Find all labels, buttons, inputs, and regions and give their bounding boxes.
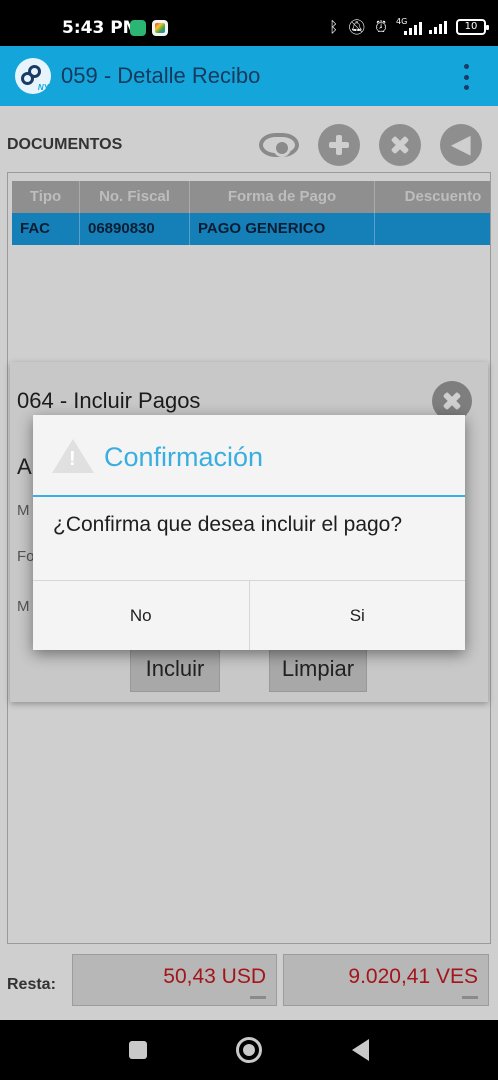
column-header[interactable]: Forma de Pago <box>190 181 375 213</box>
mobile-signal-icon: 4G <box>396 17 422 35</box>
table-header: Tipo No. Fiscal Forma de Pago Descuento <box>12 181 490 213</box>
back-button[interactable]: ◀ <box>440 124 482 166</box>
dialog-buttons: No Si <box>33 580 465 650</box>
back-icon[interactable] <box>352 1039 369 1061</box>
dialog-title: Confirmación <box>104 442 264 472</box>
field-label-fragment: M <box>17 502 30 519</box>
field-label-fragment: M <box>17 598 30 615</box>
balance-ves-value: 9.020,41 VES <box>348 965 478 988</box>
close-icon <box>438 387 466 415</box>
balance-usd-value: 50,43 USD <box>163 965 266 988</box>
field-label-fragment: A <box>17 454 32 479</box>
cell-forma-pago: PAGO GENERICO <box>190 213 375 245</box>
warning-icon <box>52 439 94 473</box>
cell-descuento <box>375 213 490 245</box>
home-icon[interactable] <box>236 1037 262 1063</box>
page-title: 059 - Detalle Recibo <box>61 63 261 88</box>
column-header[interactable]: Descuento <box>375 181 490 213</box>
bluetooth-icon: ᛒ <box>329 18 339 36</box>
plus-icon <box>329 135 349 155</box>
add-button[interactable] <box>318 124 360 166</box>
table-row[interactable]: FAC 06890830 PAGO GENERICO <box>12 213 490 245</box>
column-header[interactable]: No. Fiscal <box>80 181 190 213</box>
field-label-fragment: Fo <box>17 548 35 565</box>
arrow-left-icon: ◀ <box>451 131 471 158</box>
app-logo-tag: NY <box>37 83 49 92</box>
include-payments-title: 064 - Incluir Pagos <box>17 388 201 413</box>
yes-button[interactable]: Si <box>248 581 466 650</box>
balance-usd-field: 50,43 USD <box>72 954 277 1006</box>
delete-button[interactable] <box>379 124 421 166</box>
battery-level: 10 <box>464 21 478 32</box>
notification-app-icon <box>130 20 146 36</box>
status-bar: 5:43 PM ᛒ 🔕︎ ⏰︎ 4G 10 <box>0 0 498 46</box>
cell-tipo: FAC <box>12 213 80 245</box>
column-header[interactable]: Tipo <box>12 181 80 213</box>
include-button[interactable]: Incluir <box>130 646 220 692</box>
app-bar: NY 059 - Detalle Recibo <box>0 46 498 106</box>
no-button[interactable]: No <box>33 581 249 650</box>
clear-button[interactable]: Limpiar <box>269 646 367 692</box>
eye-icon <box>259 133 299 157</box>
dialog-header: Confirmación <box>33 415 465 497</box>
dialog-message: ¿Confirma que desea incluir el pago? <box>53 513 403 536</box>
status-time: 5:43 PM <box>62 18 140 38</box>
notification-store-icon <box>152 20 168 36</box>
alarm-icon: ⏰︎ <box>375 18 387 36</box>
notifications-off-icon: 🔕︎ <box>347 18 367 36</box>
balance-ves-field: 9.020,41 VES <box>283 954 489 1006</box>
recent-apps-icon[interactable] <box>129 1041 147 1059</box>
navigation-bar <box>0 1020 498 1080</box>
balance-label: Resta: <box>7 976 56 993</box>
confirmation-dialog: Confirmación ¿Confirma que desea incluir… <box>33 415 465 650</box>
view-button[interactable] <box>256 124 302 166</box>
overflow-menu-icon[interactable] <box>464 64 470 90</box>
cell-no-fiscal: 06890830 <box>80 213 190 245</box>
status-icons: ᛒ 🔕︎ ⏰︎ 4G 10 <box>329 16 489 38</box>
app-logo-icon: NY <box>15 58 51 94</box>
close-icon <box>386 131 414 159</box>
battery-icon: 10 <box>456 19 489 35</box>
documents-title: DOCUMENTOS <box>7 136 123 153</box>
second-signal-icon <box>429 20 447 34</box>
